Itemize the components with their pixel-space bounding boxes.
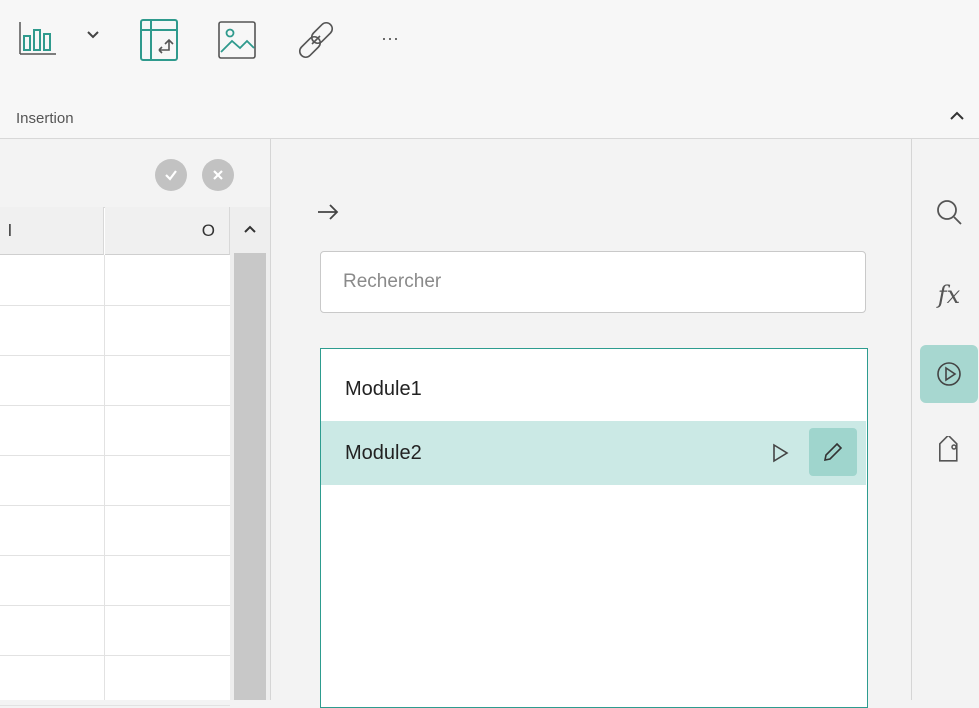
right-sidebar: fx [911,139,979,700]
macros-panel: Module1 Module2 [271,139,911,708]
macros-button[interactable] [920,345,978,403]
tag-button[interactable] [920,423,978,481]
module-name: Module1 [345,377,422,400]
chevron-up-icon [244,225,256,233]
column-header-label: l [8,220,12,240]
pivot-table-icon[interactable] [134,16,184,64]
close-icon [213,170,223,180]
column-header-l[interactable]: l [0,207,104,255]
vertical-scrollbar[interactable] [230,207,270,700]
more-icon[interactable]: ··· [370,22,410,54]
table-row[interactable] [0,456,230,506]
table-row[interactable] [0,256,230,306]
table-row[interactable] [0,556,230,606]
image-icon[interactable] [212,16,262,64]
more-label: ··· [381,27,399,48]
run-macro-button[interactable] [766,439,794,467]
link-icon[interactable] [290,14,342,66]
table-row[interactable] [0,656,230,706]
search-input[interactable] [320,251,866,313]
search-button[interactable] [920,183,978,241]
cancel-formula-button[interactable] [202,159,234,191]
list-item-module1[interactable]: Module1 [321,357,866,421]
macros-icon [937,362,961,386]
function-icon: fx [937,281,961,309]
chevron-down-icon[interactable] [84,26,102,44]
column-header-label: O [201,220,215,240]
collapse-ribbon-icon[interactable] [945,104,969,128]
confirm-formula-button[interactable] [155,159,187,191]
edit-macro-button[interactable] [809,428,857,476]
table-row[interactable] [0,406,230,456]
tag-icon [939,436,958,462]
function-button[interactable]: fx [920,266,978,324]
column-header-o[interactable]: O [105,207,230,255]
module-name: Module2 [345,441,422,464]
table-row[interactable] [0,506,230,556]
search-icon [937,200,962,225]
play-icon [773,443,789,463]
table-row[interactable] [0,306,230,356]
check-icon [165,170,177,181]
formula-bar [0,139,270,208]
module-list: Module1 Module2 [320,348,868,708]
spreadsheet-area: l O [0,139,271,706]
scrollbar-thumb[interactable] [234,253,266,700]
pencil-icon [823,442,843,462]
arrow-right-icon[interactable] [313,197,343,227]
bar-chart-icon[interactable] [16,16,72,60]
scroll-up-button[interactable] [230,207,270,251]
ribbon-toolbar: ··· Insertion [0,0,979,139]
group-label-insertion: Insertion [16,110,74,127]
list-item-module2[interactable]: Module2 [321,421,866,485]
table-row[interactable] [0,606,230,656]
table-row[interactable] [0,356,230,406]
